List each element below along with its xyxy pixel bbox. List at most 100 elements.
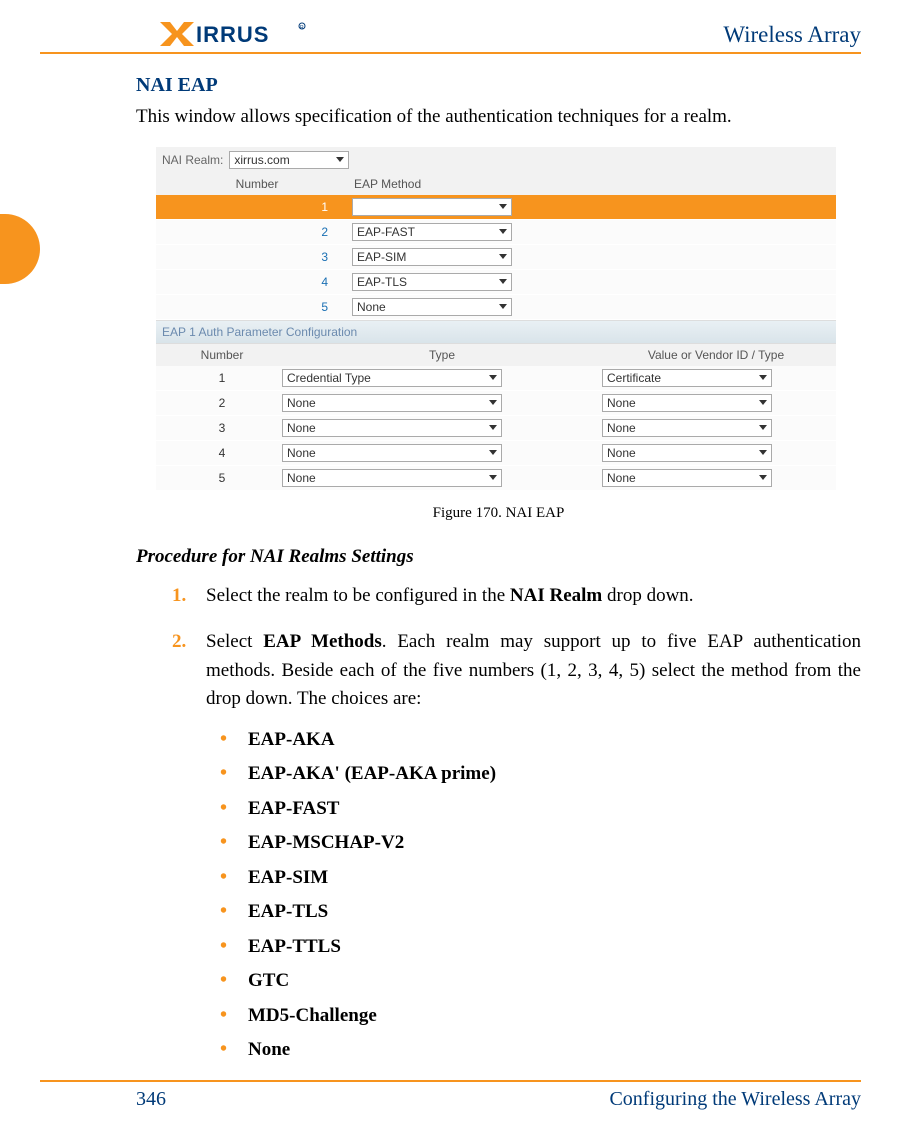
procedure-step: 1.Select the realm to be configured in t…: [172, 582, 861, 611]
dropdown-value: None: [607, 421, 636, 435]
eap-method-cell: EAP-SIM: [352, 248, 830, 266]
dropdown-value: Certificate: [607, 371, 661, 385]
auth-value-cell: Certificate: [602, 369, 830, 387]
eap-row[interactable]: 1EAP-AKA: [156, 195, 836, 220]
step-number: 2.: [172, 628, 186, 657]
chevron-down-icon: [489, 400, 497, 405]
dropdown[interactable]: None: [282, 394, 502, 412]
nai-realm-value: xirrus.com: [234, 153, 289, 167]
auth-row: 1 Credential Type Certificate: [156, 366, 836, 391]
eap-row-number: 2: [162, 225, 352, 239]
chevron-down-icon: [759, 450, 767, 455]
dropdown-value: None: [287, 421, 316, 435]
dropdown[interactable]: None: [282, 444, 502, 462]
chevron-down-icon: [489, 475, 497, 480]
auth-row-number: 3: [162, 421, 282, 435]
auth-section-bar: EAP 1 Auth Parameter Configuration: [156, 320, 836, 344]
dropdown[interactable]: None: [602, 394, 772, 412]
step-bold-term: EAP Methods: [263, 631, 382, 652]
nai-realm-select[interactable]: xirrus.com: [229, 151, 349, 169]
dropdown[interactable]: EAP-SIM: [352, 248, 512, 266]
dropdown-value: None: [287, 446, 316, 460]
dropdown-value: None: [357, 300, 386, 314]
page-header: IRRUS R Wireless Array: [40, 20, 861, 54]
dropdown[interactable]: EAP-AKA: [352, 198, 512, 216]
auth-type-cell: None: [282, 394, 602, 412]
chevron-down-icon: [489, 450, 497, 455]
eap-row-number: 3: [162, 250, 352, 264]
chevron-down-icon: [499, 254, 507, 259]
auth-col-type: Type: [282, 348, 602, 362]
auth-row: 2 None None: [156, 391, 836, 416]
eap-row-number: 5: [162, 300, 352, 314]
bullet-item: EAP-MSCHAP-V2: [220, 829, 861, 858]
eap-row-number: 4: [162, 275, 352, 289]
bullet-item: None: [220, 1036, 861, 1065]
chevron-down-icon: [336, 157, 344, 162]
figure-caption: Figure 170. NAI EAP: [136, 505, 861, 522]
auth-type-cell: None: [282, 469, 602, 487]
eap-method-cell: EAP-AKA: [352, 198, 830, 216]
footer-section: Configuring the Wireless Array: [609, 1088, 861, 1111]
dropdown[interactable]: None: [602, 469, 772, 487]
chevron-down-icon: [759, 400, 767, 405]
chevron-down-icon: [499, 279, 507, 284]
section-intro: This window allows specification of the …: [136, 103, 861, 131]
dropdown[interactable]: Certificate: [602, 369, 772, 387]
auth-table-header: Number Type Value or Vendor ID / Type: [156, 344, 836, 366]
auth-row-number: 4: [162, 446, 282, 460]
eap-row[interactable]: 2 EAP-FAST: [156, 220, 836, 245]
dropdown[interactable]: EAP-FAST: [352, 223, 512, 241]
page-number: 346: [136, 1088, 166, 1111]
dropdown[interactable]: EAP-TLS: [352, 273, 512, 291]
chevron-down-icon: [499, 229, 507, 234]
chevron-down-icon: [489, 425, 497, 430]
svg-text:IRRUS: IRRUS: [196, 22, 269, 47]
auth-row-number: 1: [162, 371, 282, 385]
bullet-item: EAP-TTLS: [220, 933, 861, 962]
auth-type-cell: None: [282, 444, 602, 462]
bullet-item: EAP-AKA: [220, 726, 861, 755]
dropdown-value: None: [287, 396, 316, 410]
auth-col-number: Number: [162, 348, 282, 362]
dropdown[interactable]: None: [352, 298, 512, 316]
nai-realm-label: NAI Realm:: [162, 153, 223, 167]
dropdown[interactable]: Credential Type: [282, 369, 502, 387]
eap-row[interactable]: 3 EAP-SIM: [156, 245, 836, 270]
eap-col-method: EAP Method: [352, 177, 830, 191]
nai-realm-row: NAI Realm: xirrus.com: [156, 147, 836, 173]
eap-row[interactable]: 5 None: [156, 295, 836, 320]
bullet-item: EAP-TLS: [220, 898, 861, 927]
section-heading: NAI EAP: [136, 74, 861, 97]
dropdown-value: None: [287, 471, 316, 485]
bullet-item: MD5-Challenge: [220, 1002, 861, 1031]
chevron-down-icon: [759, 425, 767, 430]
auth-row: 4 None None: [156, 441, 836, 466]
dropdown-value: EAP-SIM: [357, 250, 406, 264]
dropdown-value: EAP-FAST: [357, 225, 415, 239]
eap-row[interactable]: 4 EAP-TLS: [156, 270, 836, 295]
auth-value-cell: None: [602, 444, 830, 462]
eap-method-cell: None: [352, 298, 830, 316]
chevron-down-icon: [759, 475, 767, 480]
dropdown[interactable]: None: [282, 419, 502, 437]
auth-col-value: Value or Vendor ID / Type: [602, 348, 830, 362]
dropdown-value: None: [607, 446, 636, 460]
auth-value-cell: None: [602, 394, 830, 412]
dropdown[interactable]: None: [282, 469, 502, 487]
dropdown[interactable]: None: [602, 444, 772, 462]
thumb-tab: [0, 214, 40, 284]
eap-method-cell: EAP-FAST: [352, 223, 830, 241]
dropdown-value: EAP-AKA: [357, 200, 409, 214]
chevron-down-icon: [759, 375, 767, 380]
dropdown-value: Credential Type: [287, 371, 371, 385]
auth-row: 5NoneNone: [156, 466, 836, 491]
dropdown[interactable]: None: [602, 419, 772, 437]
dropdown-value: None: [607, 471, 636, 485]
dropdown-value: EAP-TLS: [357, 275, 407, 289]
auth-row: 3 None None: [156, 416, 836, 441]
auth-row-number: 2: [162, 396, 282, 410]
dropdown-value: None: [607, 396, 636, 410]
bullet-item: EAP-SIM: [220, 864, 861, 893]
bullet-item: GTC: [220, 967, 861, 996]
